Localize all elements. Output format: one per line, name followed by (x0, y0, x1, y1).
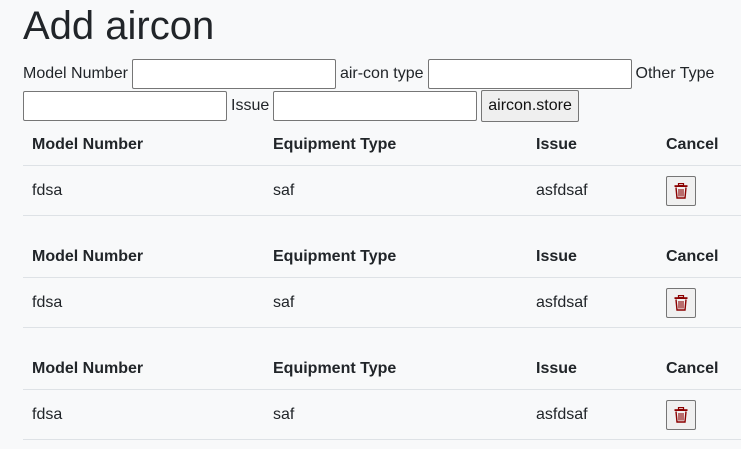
form-row-1: Model Number air-con type Other Type (23, 59, 714, 89)
aircon-table: Model Number Equipment Type Issue Cancel… (23, 125, 741, 216)
column-header-equipment-type: Equipment Type (264, 349, 527, 390)
cell-equipment-type: saf (264, 277, 527, 328)
other-type-input[interactable] (23, 91, 227, 121)
cell-issue: asfdsaf (527, 389, 657, 440)
table-row: fdsa saf asfdsaf (23, 389, 741, 440)
cell-model-number: fdsa (23, 277, 264, 328)
model-number-label: Model Number (23, 65, 128, 82)
column-header-issue: Issue (527, 125, 657, 166)
cancel-button[interactable] (666, 175, 696, 206)
cell-model-number: fdsa (23, 389, 264, 440)
cell-equipment-type: saf (264, 165, 527, 216)
cell-equipment-type: saf (264, 389, 527, 440)
cell-issue: asfdsaf (527, 277, 657, 328)
column-header-issue: Issue (527, 237, 657, 278)
cell-issue: asfdsaf (527, 165, 657, 216)
issue-input[interactable] (273, 91, 478, 121)
aircon-table: Model Number Equipment Type Issue Cancel… (23, 237, 741, 328)
trash-icon (674, 294, 688, 311)
aircon-list: Model Number Equipment Type Issue Cancel… (23, 125, 741, 440)
trash-icon (674, 406, 688, 423)
cell-cancel (657, 389, 741, 440)
page-title: Add aircon (23, 4, 215, 48)
aircon-table: Model Number Equipment Type Issue Cancel… (23, 349, 741, 440)
cancel-button[interactable] (666, 399, 696, 430)
table-header-row: Model Number Equipment Type Issue Cancel (23, 349, 741, 390)
column-header-model-number: Model Number (23, 237, 264, 278)
cell-cancel (657, 277, 741, 328)
aircon-type-label: air-con type (339, 65, 424, 82)
column-header-equipment-type: Equipment Type (264, 125, 527, 166)
table-header-row: Model Number Equipment Type Issue Cancel (23, 125, 741, 166)
trash-icon (674, 182, 688, 199)
form-row-2: Issue aircon.store (23, 90, 579, 122)
aircon-store-button[interactable]: aircon.store (481, 90, 579, 122)
model-number-input[interactable] (131, 59, 336, 89)
column-header-cancel: Cancel (657, 125, 741, 166)
column-header-model-number: Model Number (23, 349, 264, 390)
aircon-type-input[interactable] (427, 59, 632, 89)
other-type-label: Other Type (635, 65, 715, 82)
column-header-equipment-type: Equipment Type (264, 237, 527, 278)
cancel-button[interactable] (666, 287, 696, 318)
table-header-row: Model Number Equipment Type Issue Cancel (23, 237, 741, 278)
column-header-cancel: Cancel (657, 237, 741, 278)
column-header-cancel: Cancel (657, 349, 741, 390)
issue-label: Issue (231, 97, 270, 114)
cell-cancel (657, 165, 741, 216)
column-header-model-number: Model Number (23, 125, 264, 166)
table-row: fdsa saf asfdsaf (23, 165, 741, 216)
cell-model-number: fdsa (23, 165, 264, 216)
table-row: fdsa saf asfdsaf (23, 277, 741, 328)
column-header-issue: Issue (527, 349, 657, 390)
